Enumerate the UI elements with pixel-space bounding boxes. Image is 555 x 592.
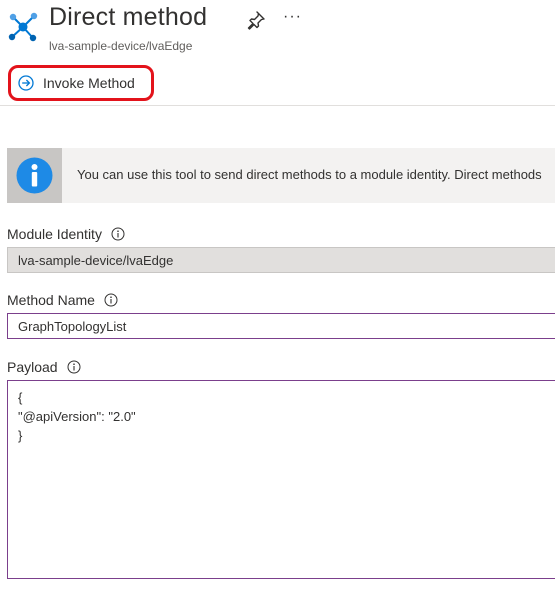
payload-textarea[interactable]: { "@apiVersion": "2.0" } [7,380,555,579]
page-title: Direct method [49,3,208,31]
method-name-label-text: Method Name [7,292,95,308]
payload-line: } [18,428,23,443]
info-circle-icon[interactable] [104,293,118,307]
page-header: Direct method ··· lva-sample-device/lvaE… [0,0,555,60]
payload-line: "@apiVersion": "2.0" [18,409,136,424]
payload-line: { [18,390,23,405]
method-name-label: Method Name [7,292,118,308]
payload-label: Payload [7,359,81,375]
invoke-method-button[interactable]: Invoke Method [8,65,154,101]
module-identity-label-text: Module Identity [7,226,102,242]
info-circle-icon[interactable] [111,227,125,241]
module-identity-label: Module Identity [7,226,125,242]
module-identity-field: lva-sample-device/lvaEdge [7,247,555,273]
more-icon[interactable]: ··· [283,8,302,26]
info-banner: You can use this tool to send direct met… [7,148,555,203]
payload-label-text: Payload [7,359,58,375]
direct-method-page: Direct method ··· lva-sample-device/lvaE… [0,0,555,592]
page-subtitle: lva-sample-device/lvaEdge [49,39,193,53]
info-circle-icon[interactable] [67,360,81,374]
info-icon [16,157,53,194]
invoke-method-label: Invoke Method [43,75,135,91]
network-nodes-icon [8,12,38,42]
command-bar: Invoke Method [0,62,555,106]
arrow-circle-right-icon [18,75,34,91]
info-icon-container [7,148,62,203]
info-banner-text: You can use this tool to send direct met… [77,167,542,182]
method-name-input[interactable]: GraphTopologyList [7,313,555,339]
pin-icon[interactable] [246,10,266,30]
